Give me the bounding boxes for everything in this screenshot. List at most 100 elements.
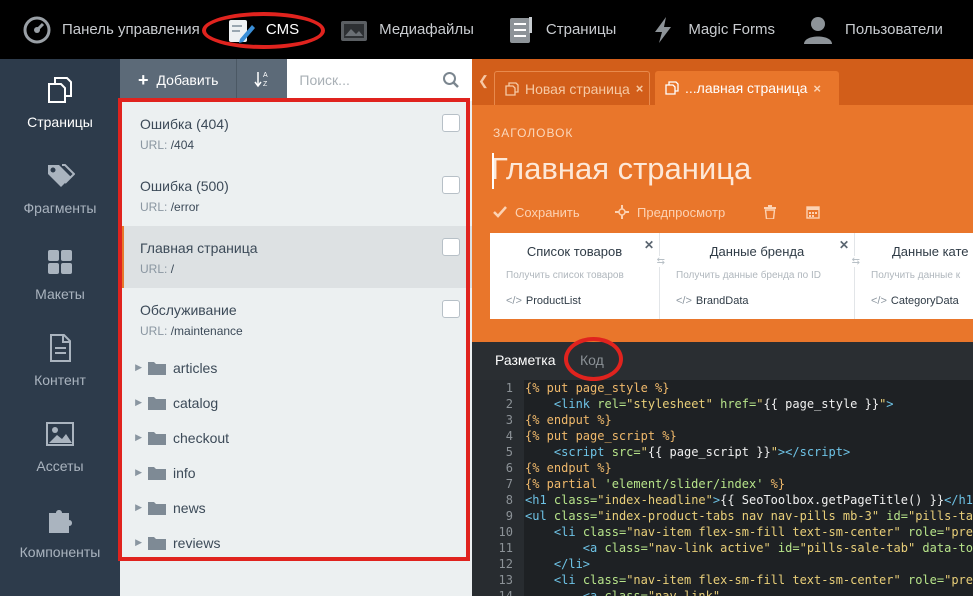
text-cursor bbox=[492, 153, 494, 189]
component-description: Получить данные к bbox=[871, 270, 961, 281]
page-tab-icon bbox=[665, 81, 679, 95]
preview-button[interactable]: Предпросмотр bbox=[615, 202, 725, 222]
sort-button[interactable]: AZ bbox=[237, 59, 287, 101]
preview-label: Предпросмотр bbox=[637, 204, 726, 220]
topnav-magic-forms[interactable]: Magic Forms bbox=[630, 0, 789, 59]
layouts-grid-icon bbox=[44, 246, 76, 278]
tab-home-page[interactable]: ...лавная страница × bbox=[655, 71, 839, 105]
sidebar-item-assets[interactable]: Ассеты bbox=[0, 403, 120, 489]
page-select-checkbox[interactable] bbox=[442, 176, 460, 194]
page-editor: ❮ Новая страница × ...лавная страница × … bbox=[472, 59, 973, 596]
sort-az-icon: AZ bbox=[254, 70, 270, 91]
remove-component-icon[interactable]: ✕ bbox=[644, 238, 654, 252]
trash-icon bbox=[764, 205, 776, 219]
code-line: 1 {% put page_style %} bbox=[505, 381, 670, 395]
page-select-checkbox[interactable] bbox=[442, 238, 460, 256]
sidebar-item-label: Ассеты bbox=[36, 458, 84, 474]
topnav-dashboard[interactable]: Панель управления bbox=[0, 0, 214, 59]
page-item-error[interactable]: Ошибка (500) URL: /error bbox=[120, 164, 472, 226]
sidebar-item-partials[interactable]: Фрагменты bbox=[0, 145, 120, 231]
pages-list-panel: + Добавить AZ Ошибка (404) URL: /404 Оши… bbox=[120, 59, 472, 596]
expand-caret-icon[interactable]: ▶ bbox=[120, 502, 146, 513]
content-document-icon bbox=[44, 332, 76, 364]
page-item-home[interactable]: Главная страница URL: / bbox=[120, 226, 472, 288]
folder-catalog[interactable]: ▶ catalog bbox=[120, 385, 472, 420]
folder-icon bbox=[148, 430, 166, 445]
components-strip: Список товаров Получить список товаров <… bbox=[490, 233, 973, 319]
list-toolbar: + Добавить AZ bbox=[120, 59, 472, 101]
folder-info[interactable]: ▶ info bbox=[120, 455, 472, 490]
code-editor[interactable]: 1 {% put page_style %} 2 <link rel="style… bbox=[472, 380, 973, 596]
component-brand-data[interactable]: Данные бренда Получить данные бренда по … bbox=[660, 233, 860, 319]
cms-sidebar: Страницы Фрагменты Макеты Контент Ассеты… bbox=[0, 59, 120, 596]
code-line: 4 {% put page_script %} bbox=[505, 429, 677, 443]
page-item-url: URL: / bbox=[140, 262, 175, 276]
component-product-list[interactable]: Список товаров Получить список товаров <… bbox=[490, 233, 665, 319]
sidebar-item-label: Фрагменты bbox=[23, 200, 97, 216]
editor-tab-bar: ❮ Новая страница × ...лавная страница × bbox=[472, 59, 973, 105]
component-description: Получить список товаров bbox=[506, 270, 624, 281]
topnav-users-label: Пользователи bbox=[845, 21, 943, 38]
sidebar-item-components[interactable]: Компоненты bbox=[0, 489, 120, 575]
expand-caret-icon[interactable]: ▶ bbox=[120, 537, 146, 548]
folder-articles[interactable]: ▶ articles bbox=[120, 350, 472, 385]
close-tab-icon[interactable]: × bbox=[636, 81, 644, 96]
active-indicator bbox=[120, 226, 124, 288]
topnav-users[interactable]: Пользователи bbox=[789, 0, 957, 59]
save-button[interactable]: Сохранить bbox=[493, 202, 580, 222]
folder-label: catalog bbox=[173, 394, 219, 411]
dashboard-gauge-icon bbox=[22, 15, 52, 45]
code-line: 13 <li class="nav-item flex-sm-fill text… bbox=[498, 573, 973, 587]
pages-checklist-icon bbox=[506, 15, 536, 45]
topnav-magic-forms-label: Magic Forms bbox=[688, 21, 776, 38]
sidebar-item-label: Макеты bbox=[35, 286, 85, 302]
tab-markup[interactable]: Разметка bbox=[495, 352, 556, 368]
calendar-button[interactable] bbox=[806, 202, 828, 222]
add-page-label: Добавить bbox=[156, 72, 219, 88]
tab-code[interactable]: Код bbox=[580, 352, 604, 368]
folder-news[interactable]: ▶ news bbox=[120, 490, 472, 525]
page-item-maintenance[interactable]: Обслуживание URL: /maintenance bbox=[120, 288, 472, 350]
sidebar-item-content[interactable]: Контент bbox=[0, 317, 120, 403]
folder-icon bbox=[148, 500, 166, 515]
close-tab-icon[interactable]: × bbox=[813, 81, 821, 96]
remove-component-icon[interactable]: ✕ bbox=[839, 238, 849, 252]
code-brackets-icon: </> bbox=[871, 295, 887, 307]
sidebar-item-pages[interactable]: Страницы bbox=[0, 59, 120, 145]
folder-icon bbox=[148, 395, 166, 410]
component-category-data[interactable]: Данные кате Получить данные к </> Categor… bbox=[855, 233, 973, 319]
page-select-checkbox[interactable] bbox=[442, 300, 460, 318]
code-line: 11 <a class="nav-link active" id="pills-… bbox=[498, 541, 973, 555]
topnav-pages[interactable]: Страницы bbox=[488, 0, 630, 59]
folder-icon bbox=[148, 360, 166, 375]
code-brackets-icon: </> bbox=[506, 295, 522, 307]
code-line: 3 {% endput %} bbox=[505, 413, 612, 427]
search-icon[interactable] bbox=[442, 71, 460, 94]
folder-label: news bbox=[173, 499, 206, 516]
expand-caret-icon[interactable]: ▶ bbox=[120, 397, 146, 408]
sidebar-item-layouts[interactable]: Макеты bbox=[0, 231, 120, 317]
delete-button[interactable] bbox=[764, 202, 784, 222]
folder-label: articles bbox=[173, 359, 218, 376]
components-puzzle-icon bbox=[44, 504, 76, 536]
topnav-media[interactable]: Медиафайлы bbox=[313, 0, 488, 59]
code-tabs: Разметка Код bbox=[472, 342, 973, 380]
calendar-icon bbox=[806, 205, 820, 219]
tab-new-page[interactable]: Новая страница × bbox=[494, 71, 650, 105]
page-item-404[interactable]: Ошибка (404) URL: /404 bbox=[120, 102, 472, 164]
tabs-scroll-left-icon[interactable]: ❮ bbox=[478, 73, 489, 89]
expand-caret-icon[interactable]: ▶ bbox=[120, 432, 146, 443]
folder-reviews[interactable]: ▶ reviews bbox=[120, 525, 472, 560]
expand-caret-icon[interactable]: ▶ bbox=[120, 467, 146, 478]
component-title: Данные кате bbox=[892, 244, 969, 259]
top-navigation-bar: Панель управления CMS Медиафайлы Страниц… bbox=[0, 0, 973, 59]
folder-checkout[interactable]: ▶ checkout bbox=[120, 420, 472, 455]
expand-caret-icon[interactable]: ▶ bbox=[120, 362, 146, 373]
tab-label: ...лавная страница bbox=[685, 80, 808, 96]
media-photo-icon bbox=[339, 15, 369, 45]
user-icon bbox=[801, 15, 835, 45]
add-page-button[interactable]: + Добавить bbox=[120, 59, 238, 101]
topnav-cms[interactable]: CMS bbox=[214, 0, 313, 59]
page-select-checkbox[interactable] bbox=[442, 114, 460, 132]
page-title-input[interactable]: Главная страница bbox=[491, 151, 751, 187]
